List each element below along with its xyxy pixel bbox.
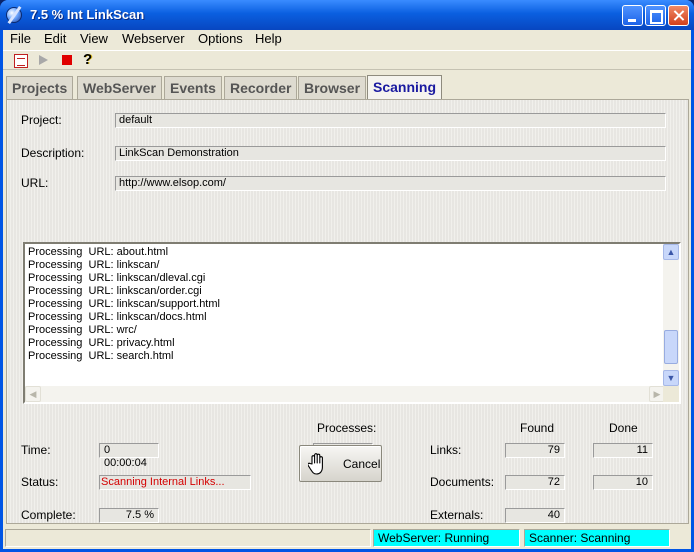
log-line: Processing URL: privacy.html <box>28 337 175 349</box>
minimize-button[interactable] <box>622 5 643 26</box>
time-label: Time: <box>21 443 51 457</box>
processes-label: Processes: <box>317 421 377 435</box>
scroll-left-icon[interactable]: ◀ <box>25 386 41 402</box>
url-field: http://www.elsop.com/ <box>115 176 666 191</box>
complete-value: 7.5 % <box>99 508 159 523</box>
log-line: Processing URL: linkscan/dleval.cgi <box>28 272 206 284</box>
title-bar: 7.5 % Int LinkScan <box>0 0 694 30</box>
tab-events[interactable]: Events <box>164 76 222 99</box>
webserver-status: WebServer: Running <box>373 529 520 547</box>
log-lines: Processing URL: about.html Processing URL… <box>28 246 662 386</box>
project-label: Project: <box>21 113 62 127</box>
log-line: Processing URL: linkscan/support.html <box>28 298 220 310</box>
app-window: 7.5 % Int LinkScan File Edit View Webser… <box>0 0 694 552</box>
menu-options[interactable]: Options <box>198 31 243 46</box>
log-line: Processing URL: search.html <box>28 350 174 362</box>
tab-recorder[interactable]: Recorder <box>224 76 298 99</box>
toolbar: ? <box>3 50 691 70</box>
stop-hand-icon <box>308 453 323 475</box>
links-label: Links: <box>430 443 462 457</box>
scroll-thumb[interactable] <box>664 330 678 364</box>
menu-webserver[interactable]: Webserver <box>122 31 185 46</box>
log-line: Processing URL: linkscan/docs.html <box>28 311 207 323</box>
log-vertical-scrollbar[interactable]: ▲ ▼ <box>663 244 679 386</box>
close-button[interactable] <box>668 5 689 26</box>
externals-found: 40 <box>505 508 565 523</box>
log-line: Processing URL: linkscan/ <box>28 259 160 271</box>
description-field: LinkScan Demonstration <box>115 146 666 161</box>
menu-help[interactable]: Help <box>255 31 282 46</box>
window-title: 7.5 % Int LinkScan <box>30 7 145 22</box>
documents-found: 72 <box>505 475 565 490</box>
client-area: File Edit View Webserver Options Help ? … <box>3 30 691 549</box>
scroll-up-icon[interactable]: ▲ <box>663 244 679 260</box>
linkscan-app-icon <box>6 7 22 23</box>
tab-webserver[interactable]: WebServer <box>77 76 162 99</box>
scanner-status: Scanner: Scanning <box>524 529 670 547</box>
help-icon[interactable]: ? <box>83 51 97 68</box>
tab-projects[interactable]: Projects <box>6 76 74 99</box>
stop-icon[interactable] <box>62 55 72 65</box>
status-label: Status: <box>21 475 59 489</box>
cancel-button[interactable]: Cancel <box>299 445 382 482</box>
links-done: 11 <box>593 443 653 458</box>
log-line: Processing URL: wrc/ <box>28 324 137 336</box>
menu-bar: File Edit View Webserver Options Help <box>3 30 691 49</box>
status-value: Scanning Internal Links... <box>99 475 251 490</box>
links-found: 79 <box>505 443 565 458</box>
tab-browser[interactable]: Browser <box>298 76 367 99</box>
play-icon[interactable] <box>39 55 48 65</box>
done-header: Done <box>609 421 638 435</box>
report-icon[interactable] <box>14 54 28 68</box>
log-horizontal-scrollbar[interactable]: ◀ ▶ <box>25 386 665 402</box>
time-value: 0 00:00:04 <box>99 443 159 469</box>
menu-edit[interactable]: Edit <box>44 31 66 46</box>
found-header: Found <box>520 421 555 435</box>
tab-scanning[interactable]: Scanning <box>367 75 443 100</box>
scroll-down-icon[interactable]: ▼ <box>663 370 679 386</box>
menu-file[interactable]: File <box>10 31 31 46</box>
log-line: Processing URL: linkscan/order.cgi <box>28 285 202 297</box>
complete-label: Complete: <box>21 508 76 522</box>
scroll-corner <box>663 386 679 402</box>
menu-view[interactable]: View <box>80 31 108 46</box>
url-label: URL: <box>21 176 49 190</box>
maximize-button[interactable] <box>645 5 666 26</box>
description-label: Description: <box>21 146 85 160</box>
status-bar: WebServer: Running Scanner: Scanning <box>3 528 691 548</box>
documents-done: 10 <box>593 475 653 490</box>
status-pane-empty <box>5 529 371 547</box>
cancel-label: Cancel <box>343 457 381 471</box>
log-line: Processing URL: about.html <box>28 246 169 258</box>
project-field: default <box>115 113 666 128</box>
processing-log[interactable]: Processing URL: about.html Processing URL… <box>23 242 681 404</box>
documents-label: Documents: <box>430 475 495 489</box>
externals-label: Externals: <box>430 508 484 522</box>
